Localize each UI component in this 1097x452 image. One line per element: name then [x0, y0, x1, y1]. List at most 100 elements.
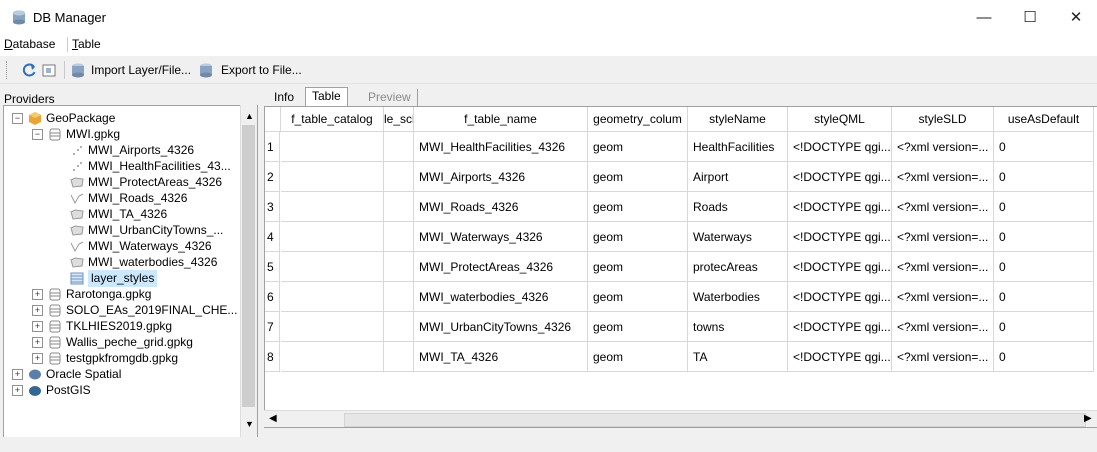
table-cell[interactable]: [384, 312, 414, 342]
import-layer-button[interactable]: Import Layer/File...: [91, 63, 191, 77]
table-cell[interactable]: [384, 162, 414, 192]
table-cell[interactable]: <!DOCTYPE qgi...: [788, 342, 892, 372]
tree-item[interactable]: MWI_HealthFacilities_43...: [4, 158, 240, 175]
column-header[interactable]: f_table_name: [414, 107, 588, 132]
table-cell[interactable]: MWI_ProtectAreas_4326: [414, 252, 588, 282]
tree-item[interactable]: − MWI.gpkg: [4, 126, 240, 143]
tab-table[interactable]: Table: [305, 87, 348, 106]
export-file-button[interactable]: Export to File...: [221, 63, 302, 77]
row-header[interactable]: 1: [265, 132, 280, 162]
scroll-up-icon[interactable]: ▲: [245, 111, 254, 121]
table-grid[interactable]: f_table_catalogle_schf_table_namegeometr…: [264, 106, 1097, 428]
table-cell[interactable]: <!DOCTYPE qgi...: [788, 192, 892, 222]
table-cell[interactable]: <?xml version=...: [892, 192, 994, 222]
tab-preview[interactable]: Preview: [362, 89, 418, 106]
column-header[interactable]: useAsDefault: [994, 107, 1094, 132]
row-header[interactable]: 8: [265, 342, 280, 372]
tree-item[interactable]: MWI_Airports_4326: [4, 142, 240, 159]
table-cell[interactable]: 0: [994, 132, 1094, 162]
table-cell[interactable]: MWI_Roads_4326: [414, 192, 588, 222]
menu-database[interactable]: Database: [4, 37, 55, 51]
tab-info[interactable]: Info: [268, 89, 300, 106]
table-cell[interactable]: <?xml version=...: [892, 222, 994, 252]
table-cell[interactable]: <!DOCTYPE qgi...: [788, 252, 892, 282]
tree-item[interactable]: MWI_UrbanCityTowns_...: [4, 222, 240, 239]
table-cell[interactable]: [281, 342, 384, 372]
table-cell[interactable]: MWI_Airports_4326: [414, 162, 588, 192]
table-cell[interactable]: <?xml version=...: [892, 312, 994, 342]
tree-item[interactable]: + SOLO_EAs_2019FINAL_CHE...: [4, 302, 240, 319]
tree-item[interactable]: − GeoPackage: [4, 110, 240, 127]
table-cell[interactable]: geom: [588, 162, 688, 192]
row-header[interactable]: 7: [265, 312, 280, 342]
table-cell[interactable]: <?xml version=...: [892, 282, 994, 312]
table-cell[interactable]: <?xml version=...: [892, 132, 994, 162]
table-cell[interactable]: TA: [688, 342, 788, 372]
table-cell[interactable]: Airport: [688, 162, 788, 192]
tree-item[interactable]: layer_styles: [4, 270, 240, 287]
table-cell[interactable]: <!DOCTYPE qgi...: [788, 312, 892, 342]
column-header[interactable]: styleQML: [788, 107, 892, 132]
table-cell[interactable]: geom: [588, 192, 688, 222]
table-cell[interactable]: [384, 192, 414, 222]
minimize-button[interactable]: —: [961, 0, 1007, 34]
table-cell[interactable]: <!DOCTYPE qgi...: [788, 222, 892, 252]
column-header[interactable]: f_table_catalog: [281, 107, 384, 132]
scroll-down-icon[interactable]: ▼: [245, 419, 254, 429]
row-header[interactable]: 2: [265, 162, 280, 192]
grid-corner[interactable]: [265, 107, 281, 132]
close-button[interactable]: ✕: [1053, 0, 1097, 34]
expand-icon[interactable]: +: [32, 353, 43, 364]
table-cell[interactable]: [281, 252, 384, 282]
menu-table[interactable]: Table: [72, 37, 101, 51]
table-cell[interactable]: protecAreas: [688, 252, 788, 282]
table-cell[interactable]: [281, 162, 384, 192]
tree-item[interactable]: MWI_TA_4326: [4, 206, 240, 223]
expand-icon[interactable]: +: [32, 321, 43, 332]
table-cell[interactable]: MWI_waterbodies_4326: [414, 282, 588, 312]
sql-window-icon[interactable]: [42, 63, 57, 78]
table-cell[interactable]: [384, 222, 414, 252]
expand-icon[interactable]: +: [32, 337, 43, 348]
table-cell[interactable]: 0: [994, 312, 1094, 342]
table-cell[interactable]: 0: [994, 282, 1094, 312]
table-cell[interactable]: [281, 132, 384, 162]
tree-item[interactable]: + Oracle Spatial: [4, 366, 240, 383]
expand-icon[interactable]: +: [12, 385, 23, 396]
row-header[interactable]: 6: [265, 282, 280, 312]
table-cell[interactable]: <!DOCTYPE qgi...: [788, 282, 892, 312]
table-cell[interactable]: <?xml version=...: [892, 342, 994, 372]
collapse-icon[interactable]: −: [32, 129, 43, 140]
table-cell[interactable]: <!DOCTYPE qgi...: [788, 162, 892, 192]
tree-item[interactable]: MWI_Waterways_4326: [4, 238, 240, 255]
expand-icon[interactable]: +: [32, 305, 43, 316]
table-cell[interactable]: <!DOCTYPE qgi...: [788, 132, 892, 162]
table-cell[interactable]: [384, 132, 414, 162]
horizontal-scroll-track[interactable]: [344, 413, 1086, 427]
table-cell[interactable]: HealthFacilities: [688, 132, 788, 162]
table-cell[interactable]: towns: [688, 312, 788, 342]
table-cell[interactable]: 0: [994, 342, 1094, 372]
column-header[interactable]: styleName: [688, 107, 788, 132]
table-cell[interactable]: 0: [994, 192, 1094, 222]
table-cell[interactable]: 0: [994, 222, 1094, 252]
table-cell[interactable]: 0: [994, 162, 1094, 192]
table-cell[interactable]: geom: [588, 222, 688, 252]
table-cell[interactable]: [281, 282, 384, 312]
tree-item[interactable]: + PostGIS: [4, 382, 240, 399]
table-cell[interactable]: Roads: [688, 192, 788, 222]
table-cell[interactable]: [281, 222, 384, 252]
tree-item[interactable]: + Wallis_peche_grid.gpkg: [4, 334, 240, 351]
row-header[interactable]: 5: [265, 252, 280, 282]
table-cell[interactable]: MWI_Waterways_4326: [414, 222, 588, 252]
table-cell[interactable]: MWI_UrbanCityTowns_4326: [414, 312, 588, 342]
column-header[interactable]: styleSLD: [892, 107, 994, 132]
table-cell[interactable]: 0: [994, 252, 1094, 282]
table-cell[interactable]: geom: [588, 132, 688, 162]
table-cell[interactable]: Waterbodies: [688, 282, 788, 312]
tree-item[interactable]: + Rarotonga.gpkg: [4, 286, 240, 303]
table-cell[interactable]: geom: [588, 312, 688, 342]
table-cell[interactable]: [384, 282, 414, 312]
table-cell[interactable]: geom: [588, 282, 688, 312]
maximize-button[interactable]: ☐: [1007, 0, 1053, 34]
